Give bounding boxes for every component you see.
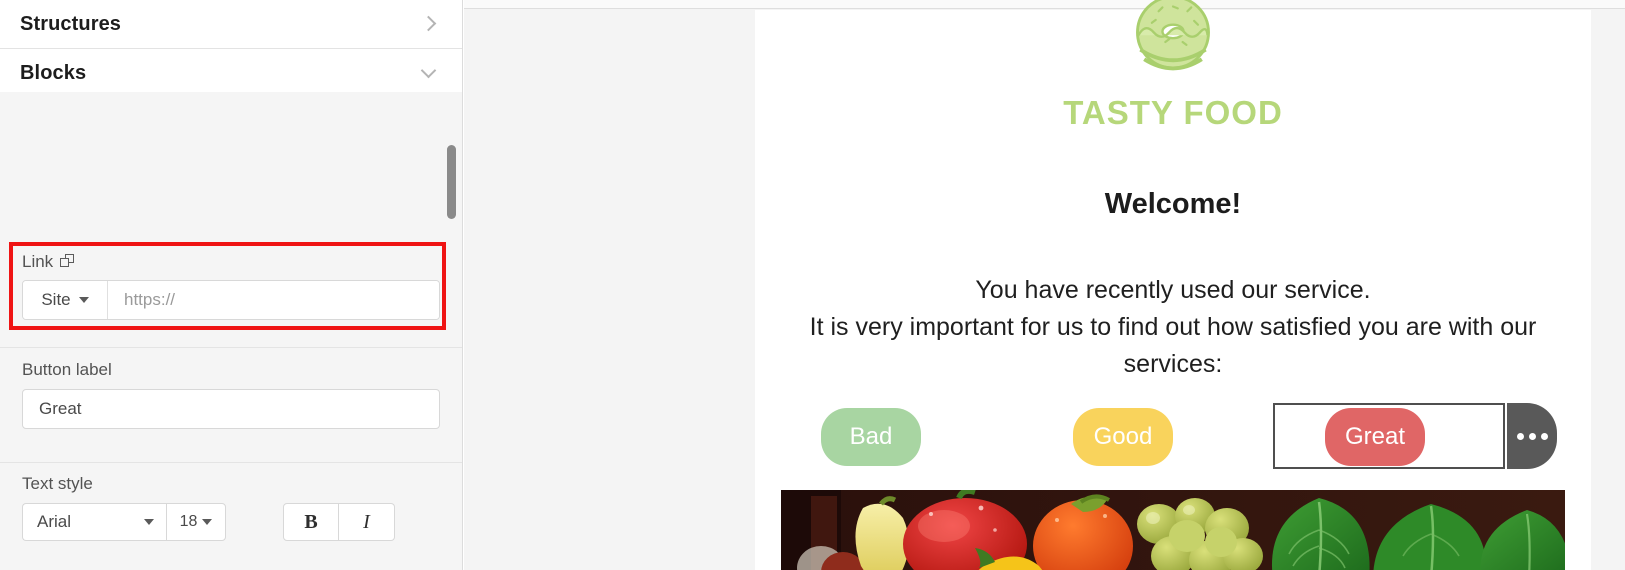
link-input-row: Site https:// — [22, 280, 440, 320]
accordion-blocks-label: Blocks — [20, 61, 87, 84]
copy-icon[interactable] — [60, 254, 76, 270]
canvas-top-bar — [464, 0, 1625, 9]
font-family-select[interactable]: Arial — [22, 503, 166, 541]
text-style-caption: Text style — [22, 474, 93, 493]
ellipsis-dot — [1540, 432, 1548, 440]
link-field-label: Link — [22, 252, 441, 272]
ellipsis-dot — [1516, 432, 1524, 440]
font-size-value: 18 — [179, 513, 198, 530]
accordion-structures[interactable]: Structures — [0, 0, 462, 49]
brand-name: TASTY FOOD — [1063, 94, 1283, 131]
rating-button-good[interactable]: Good — [1073, 408, 1173, 466]
bold-button[interactable]: B — [283, 503, 339, 541]
chevron-right-icon[interactable] — [420, 14, 440, 34]
email-canvas: TASTY FOOD Welcome! You have recently us… — [464, 0, 1625, 570]
panel-scrollbar-thumb[interactable] — [447, 145, 456, 219]
text-format-group: B I — [283, 503, 395, 541]
left-settings-panel: Structures Blocks back to container Li — [0, 0, 463, 570]
link-section: Link Site https:// — [0, 242, 462, 330]
panel-scroll-area: Link Site https:// Button label Great Te… — [0, 92, 462, 570]
ellipsis-dot — [1528, 432, 1536, 440]
rating-buttons-row: Bad Good Great — [755, 403, 1591, 470]
link-type-value: Site — [41, 290, 71, 309]
link-type-select[interactable]: Site — [23, 281, 108, 319]
email-body-line-1: You have recently used our service. — [975, 276, 1371, 304]
divider-link — [0, 347, 462, 348]
rating-button-bad[interactable]: Bad — [821, 408, 921, 466]
ellipsis-icon[interactable] — [1507, 403, 1557, 469]
email-body-line-2: It is very important for us to find out … — [809, 313, 1537, 378]
link-url-input[interactable]: https:// — [108, 281, 439, 319]
font-family-value: Arial — [37, 512, 72, 531]
link-label-text: Link — [22, 252, 54, 271]
accordion-blocks[interactable]: Blocks — [0, 49, 462, 98]
text-style-controls: Arial 18 B I — [22, 503, 441, 541]
divider-button-label — [0, 462, 462, 463]
email-builder-app: Structures Blocks back to container Li — [0, 0, 1625, 570]
email-photo[interactable] — [781, 490, 1565, 570]
button-label-input[interactable]: Great — [22, 389, 440, 429]
caret-down-icon — [78, 297, 89, 303]
email-logo-block: TASTY FOOD — [755, 0, 1591, 132]
caret-down-icon — [202, 519, 213, 525]
email-body-copy: You have recently used our service. It i… — [755, 272, 1591, 383]
button-label-caption: Button label — [22, 360, 112, 379]
text-style-section: Text style Arial 18 B I — [0, 474, 462, 541]
chevron-down-icon[interactable] — [420, 63, 440, 83]
donut-icon — [1136, 0, 1210, 71]
italic-button[interactable]: I — [339, 503, 395, 541]
panel-scrollbar-track[interactable] — [447, 142, 456, 570]
email-preview: TASTY FOOD Welcome! You have recently us… — [755, 0, 1591, 570]
rating-button-great[interactable]: Great — [1325, 408, 1425, 466]
font-size-select[interactable]: 18 — [166, 503, 226, 541]
button-label-section: Button label Great — [0, 360, 462, 429]
email-headline: Welcome! — [1104, 188, 1242, 220]
caret-down-icon — [144, 519, 154, 525]
accordion-structures-label: Structures — [20, 12, 122, 35]
